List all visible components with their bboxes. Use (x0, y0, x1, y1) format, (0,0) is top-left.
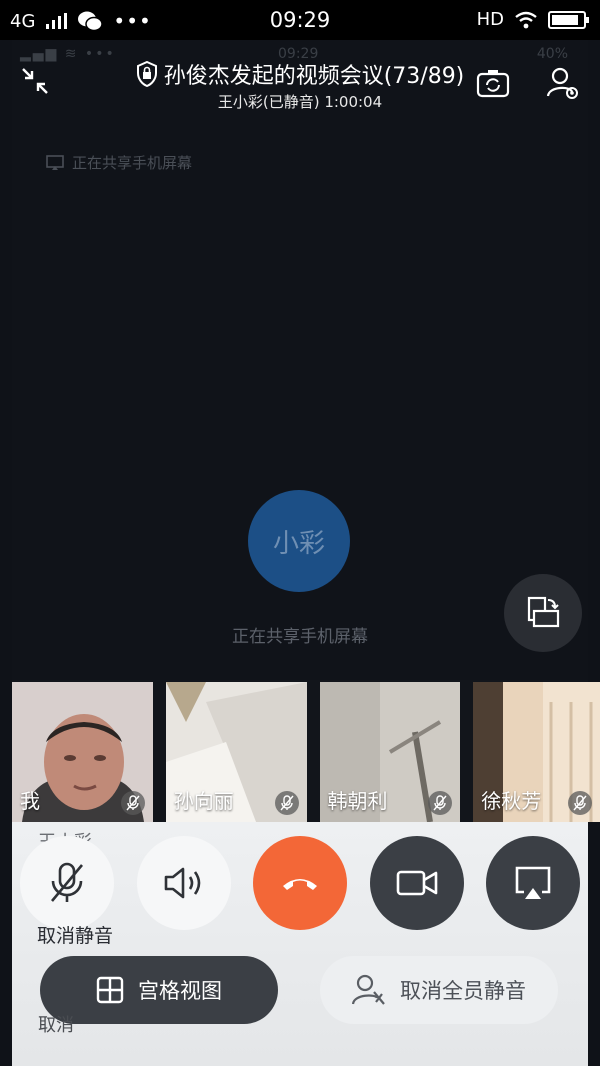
unmute-button[interactable] (20, 836, 114, 930)
ghost-cancel-text: 取消 (38, 1015, 74, 1036)
speaker-button[interactable] (137, 836, 231, 930)
grid-view-button[interactable]: 宫格视图 (40, 956, 278, 1024)
hang-up-icon (283, 879, 317, 890)
video-camera-icon (396, 870, 438, 896)
participant-name: 孙向丽 (173, 789, 234, 813)
participant-name: 韩朝利 (327, 789, 388, 813)
switch-camera-icon[interactable] (476, 68, 510, 102)
mic-muted-icon (568, 791, 593, 815)
participant-tile-han-chaoli[interactable]: 韩朝利 (319, 682, 461, 822)
meeting-title-text: 孙俊杰发起的视频会议(73/89) (163, 64, 465, 89)
screen-share-icon (515, 866, 551, 899)
mic-muted-icon (274, 791, 299, 815)
participant-strip: 我 孙向丽 韩朝利 徐秋芳 (12, 682, 600, 822)
manage-participants-icon[interactable] (546, 66, 580, 104)
screen-share-icon (46, 154, 64, 170)
participant-name: 我 (20, 789, 40, 813)
participant-tile-xu-qiufang[interactable]: 徐秋芳 (473, 682, 600, 822)
wifi-icon (515, 11, 537, 28)
mic-muted-icon (51, 862, 83, 902)
camera-button[interactable] (370, 836, 464, 930)
unmute-all-icon (352, 974, 385, 1005)
mic-muted-icon (120, 791, 145, 815)
avatar: 小彩 (248, 490, 350, 592)
participant-tile-me[interactable]: 我 (12, 682, 153, 822)
rotate-icon (527, 596, 560, 628)
hang-up-button[interactable] (253, 836, 347, 930)
grid-view-icon (96, 976, 124, 1004)
unmute-label: 取消静音 (37, 925, 114, 947)
shared-share-hint: 正在共享手机屏幕 (46, 152, 192, 173)
speaker-icon (164, 867, 201, 899)
screen-share-button[interactable] (486, 836, 580, 930)
rotate-screen-button[interactable] (504, 574, 582, 652)
grid-view-label: 宫格视图 (138, 979, 222, 1003)
battery-icon (548, 10, 589, 29)
status-bar: 4G ••• 09:29 HD (0, 0, 600, 40)
unmute-all-button[interactable]: 取消全员静音 (320, 956, 558, 1024)
participant-name: 徐秋芳 (481, 789, 542, 813)
unmute-all-label: 取消全员静音 (400, 979, 526, 1003)
participant-tile-sun-xiangli[interactable]: 孙向丽 (165, 682, 307, 822)
hd-indicator: HD (476, 9, 504, 30)
control-panel: 王小彩 取消静音 宫格视图 取消 取消全员静音 (12, 822, 588, 1066)
shield-lock-icon (136, 61, 157, 87)
speaker-status: 王小彩(已静音) 1:00:04 (217, 93, 383, 111)
meeting-title: 孙俊杰发起的视频会议(73/89) (0, 58, 600, 90)
